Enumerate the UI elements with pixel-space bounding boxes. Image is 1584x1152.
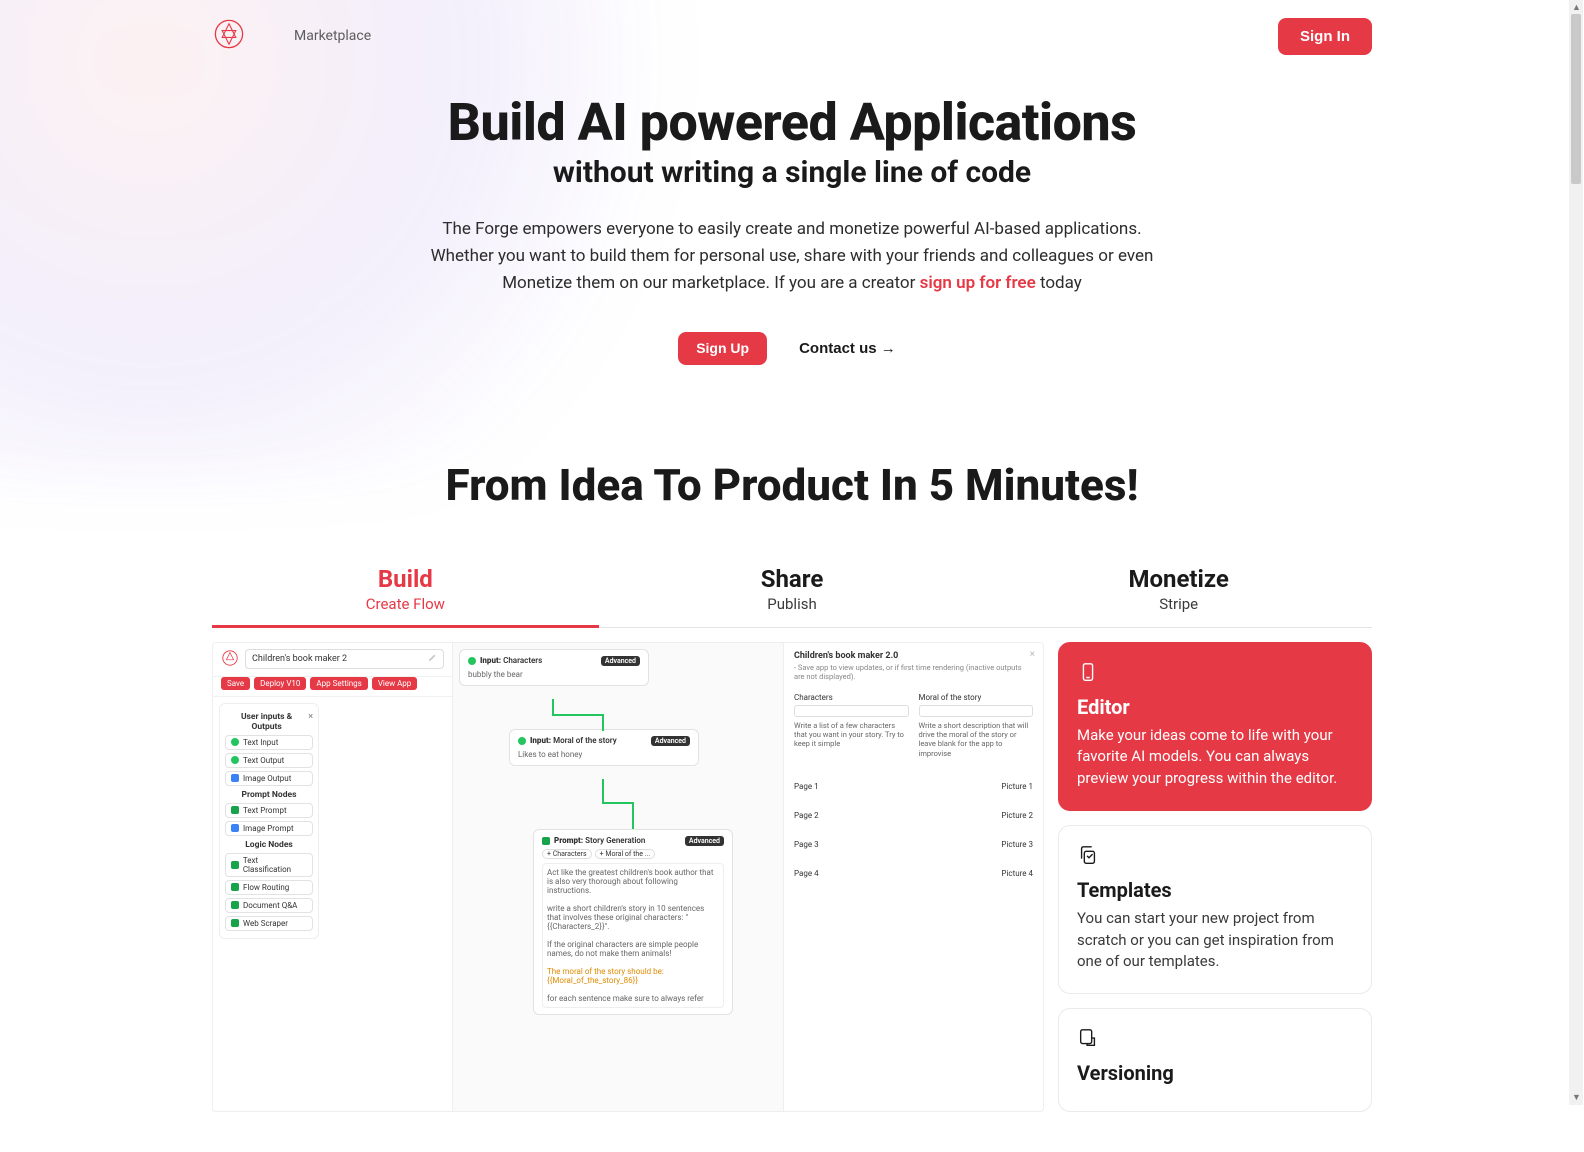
preview-pane: × Children's book maker 2.0 - Save app t… (783, 643, 1043, 1112)
palette-item: Text Classification (225, 853, 313, 877)
flow-node-prompt: Prompt: Story GenerationAdvanced + Chara… (533, 829, 733, 1015)
mini-save-button: Save (221, 677, 250, 690)
tab-title: Build (212, 565, 599, 593)
sign-in-button[interactable]: Sign In (1278, 18, 1372, 55)
close-icon: × (308, 712, 313, 732)
phone-icon (1077, 661, 1353, 695)
tab-subtitle: Stripe (985, 595, 1372, 613)
signup-free-link[interactable]: sign up for free (920, 273, 1036, 293)
flow-node-input: Input: Moral of the storyAdvanced Likes … (509, 729, 699, 766)
scroll-up-icon[interactable]: ▲ (1572, 2, 1581, 13)
palette-item: Image Output (225, 771, 313, 786)
editor-preview-image: Children's book maker 2 Save Deploy V10 … (212, 642, 1044, 1113)
hero-description: The Forge empowers everyone to easily cr… (412, 216, 1172, 298)
feature-title: Editor (1077, 695, 1353, 719)
section-title: From Idea To Product In 5 Minutes! (212, 459, 1372, 511)
mini-view-button: View App (372, 677, 417, 690)
tab-title: Monetize (985, 565, 1372, 593)
nav-marketplace[interactable]: Marketplace (294, 28, 371, 44)
app-name-field: Children's book maker 2 (245, 649, 444, 669)
logo-icon[interactable] (212, 17, 246, 55)
mini-settings-button: App Settings (310, 677, 367, 690)
version-icon (1077, 1027, 1353, 1061)
feature-card-editor[interactable]: Editor Make your ideas come to life with… (1058, 642, 1372, 811)
field-input (794, 705, 909, 717)
tab-subtitle: Create Flow (212, 595, 599, 613)
palette-item: Text Prompt (225, 803, 313, 818)
tab-build[interactable]: Build Create Flow (212, 565, 599, 628)
field-label: Characters (794, 693, 909, 702)
palette-group-title: Logic Nodes (225, 840, 313, 850)
feature-desc: Make your ideas come to life with your f… (1077, 725, 1353, 790)
palette-group-title: Prompt Nodes (225, 790, 313, 800)
field-hint: Write a list of a few characters that yo… (794, 721, 909, 749)
close-icon: × (1030, 649, 1035, 660)
chip: + Moral of the ... (595, 849, 656, 859)
feature-card-versioning[interactable]: Versioning (1058, 1008, 1372, 1112)
sign-up-button[interactable]: Sign Up (678, 332, 767, 365)
feature-title: Versioning (1077, 1061, 1353, 1085)
scrollbar-thumb[interactable] (1571, 14, 1581, 184)
scroll-down-icon[interactable]: ▼ (1572, 1092, 1581, 1103)
preview-title: Children's book maker 2.0 (794, 651, 1033, 661)
preview-subtitle: - Save app to view updates, or if first … (794, 663, 1033, 681)
field-input (919, 705, 1034, 717)
preview-page-row: Page 1Picture 1 (794, 772, 1033, 801)
hero-title: Build AI powered Applications (212, 92, 1372, 153)
palette-item: Text Output (225, 753, 313, 768)
scrollbar[interactable]: ▲ ▼ (1569, 0, 1583, 1105)
chip: + Characters (542, 849, 592, 859)
feature-desc: You can start your new project from scra… (1077, 908, 1353, 973)
tab-subtitle: Publish (599, 595, 986, 613)
feature-card-templates[interactable]: Templates You can start your new project… (1058, 825, 1372, 994)
pencil-icon (428, 653, 437, 665)
palette-item: Text Input (225, 735, 313, 750)
palette-item: Image Prompt (225, 821, 313, 836)
palette-group-title: User inputs & Outputs× (225, 712, 313, 732)
palette-item: Flow Routing (225, 880, 313, 895)
tab-title: Share (599, 565, 986, 593)
tab-monetize[interactable]: Monetize Stripe (985, 565, 1372, 627)
mini-logo-icon (221, 649, 239, 670)
field-hint: Write a short description that will driv… (919, 721, 1034, 759)
contact-us-button[interactable]: Contact us → (789, 332, 906, 365)
tabs: Build Create Flow Share Publish Monetize… (212, 565, 1372, 628)
flow-node-input: Input: CharactersAdvanced bubbly the bea… (459, 649, 649, 686)
site-header: Marketplace Sign In (212, 0, 1372, 58)
preview-page-row: Page 2Picture 2 (794, 801, 1033, 830)
app-name-text: Children's book maker 2 (252, 654, 347, 664)
preview-page-row: Page 3Picture 3 (794, 830, 1033, 859)
tab-share[interactable]: Share Publish (599, 565, 986, 627)
palette-item: Web Scraper (225, 916, 313, 931)
hero-section: Build AI powered Applications without wr… (212, 58, 1372, 385)
hero-desc-post: today (1036, 273, 1082, 293)
copy-icon (1077, 844, 1353, 878)
feature-title: Templates (1077, 878, 1353, 902)
preview-page-row: Page 4Picture 4 (794, 859, 1033, 888)
palette-item: Document Q&A (225, 898, 313, 913)
flow-canvas: Input: CharactersAdvanced bubbly the bea… (453, 643, 783, 1112)
mini-deploy-button: Deploy V10 (254, 677, 306, 690)
field-label: Moral of the story (919, 693, 1034, 702)
hero-subtitle: without writing a single line of code (212, 155, 1372, 190)
